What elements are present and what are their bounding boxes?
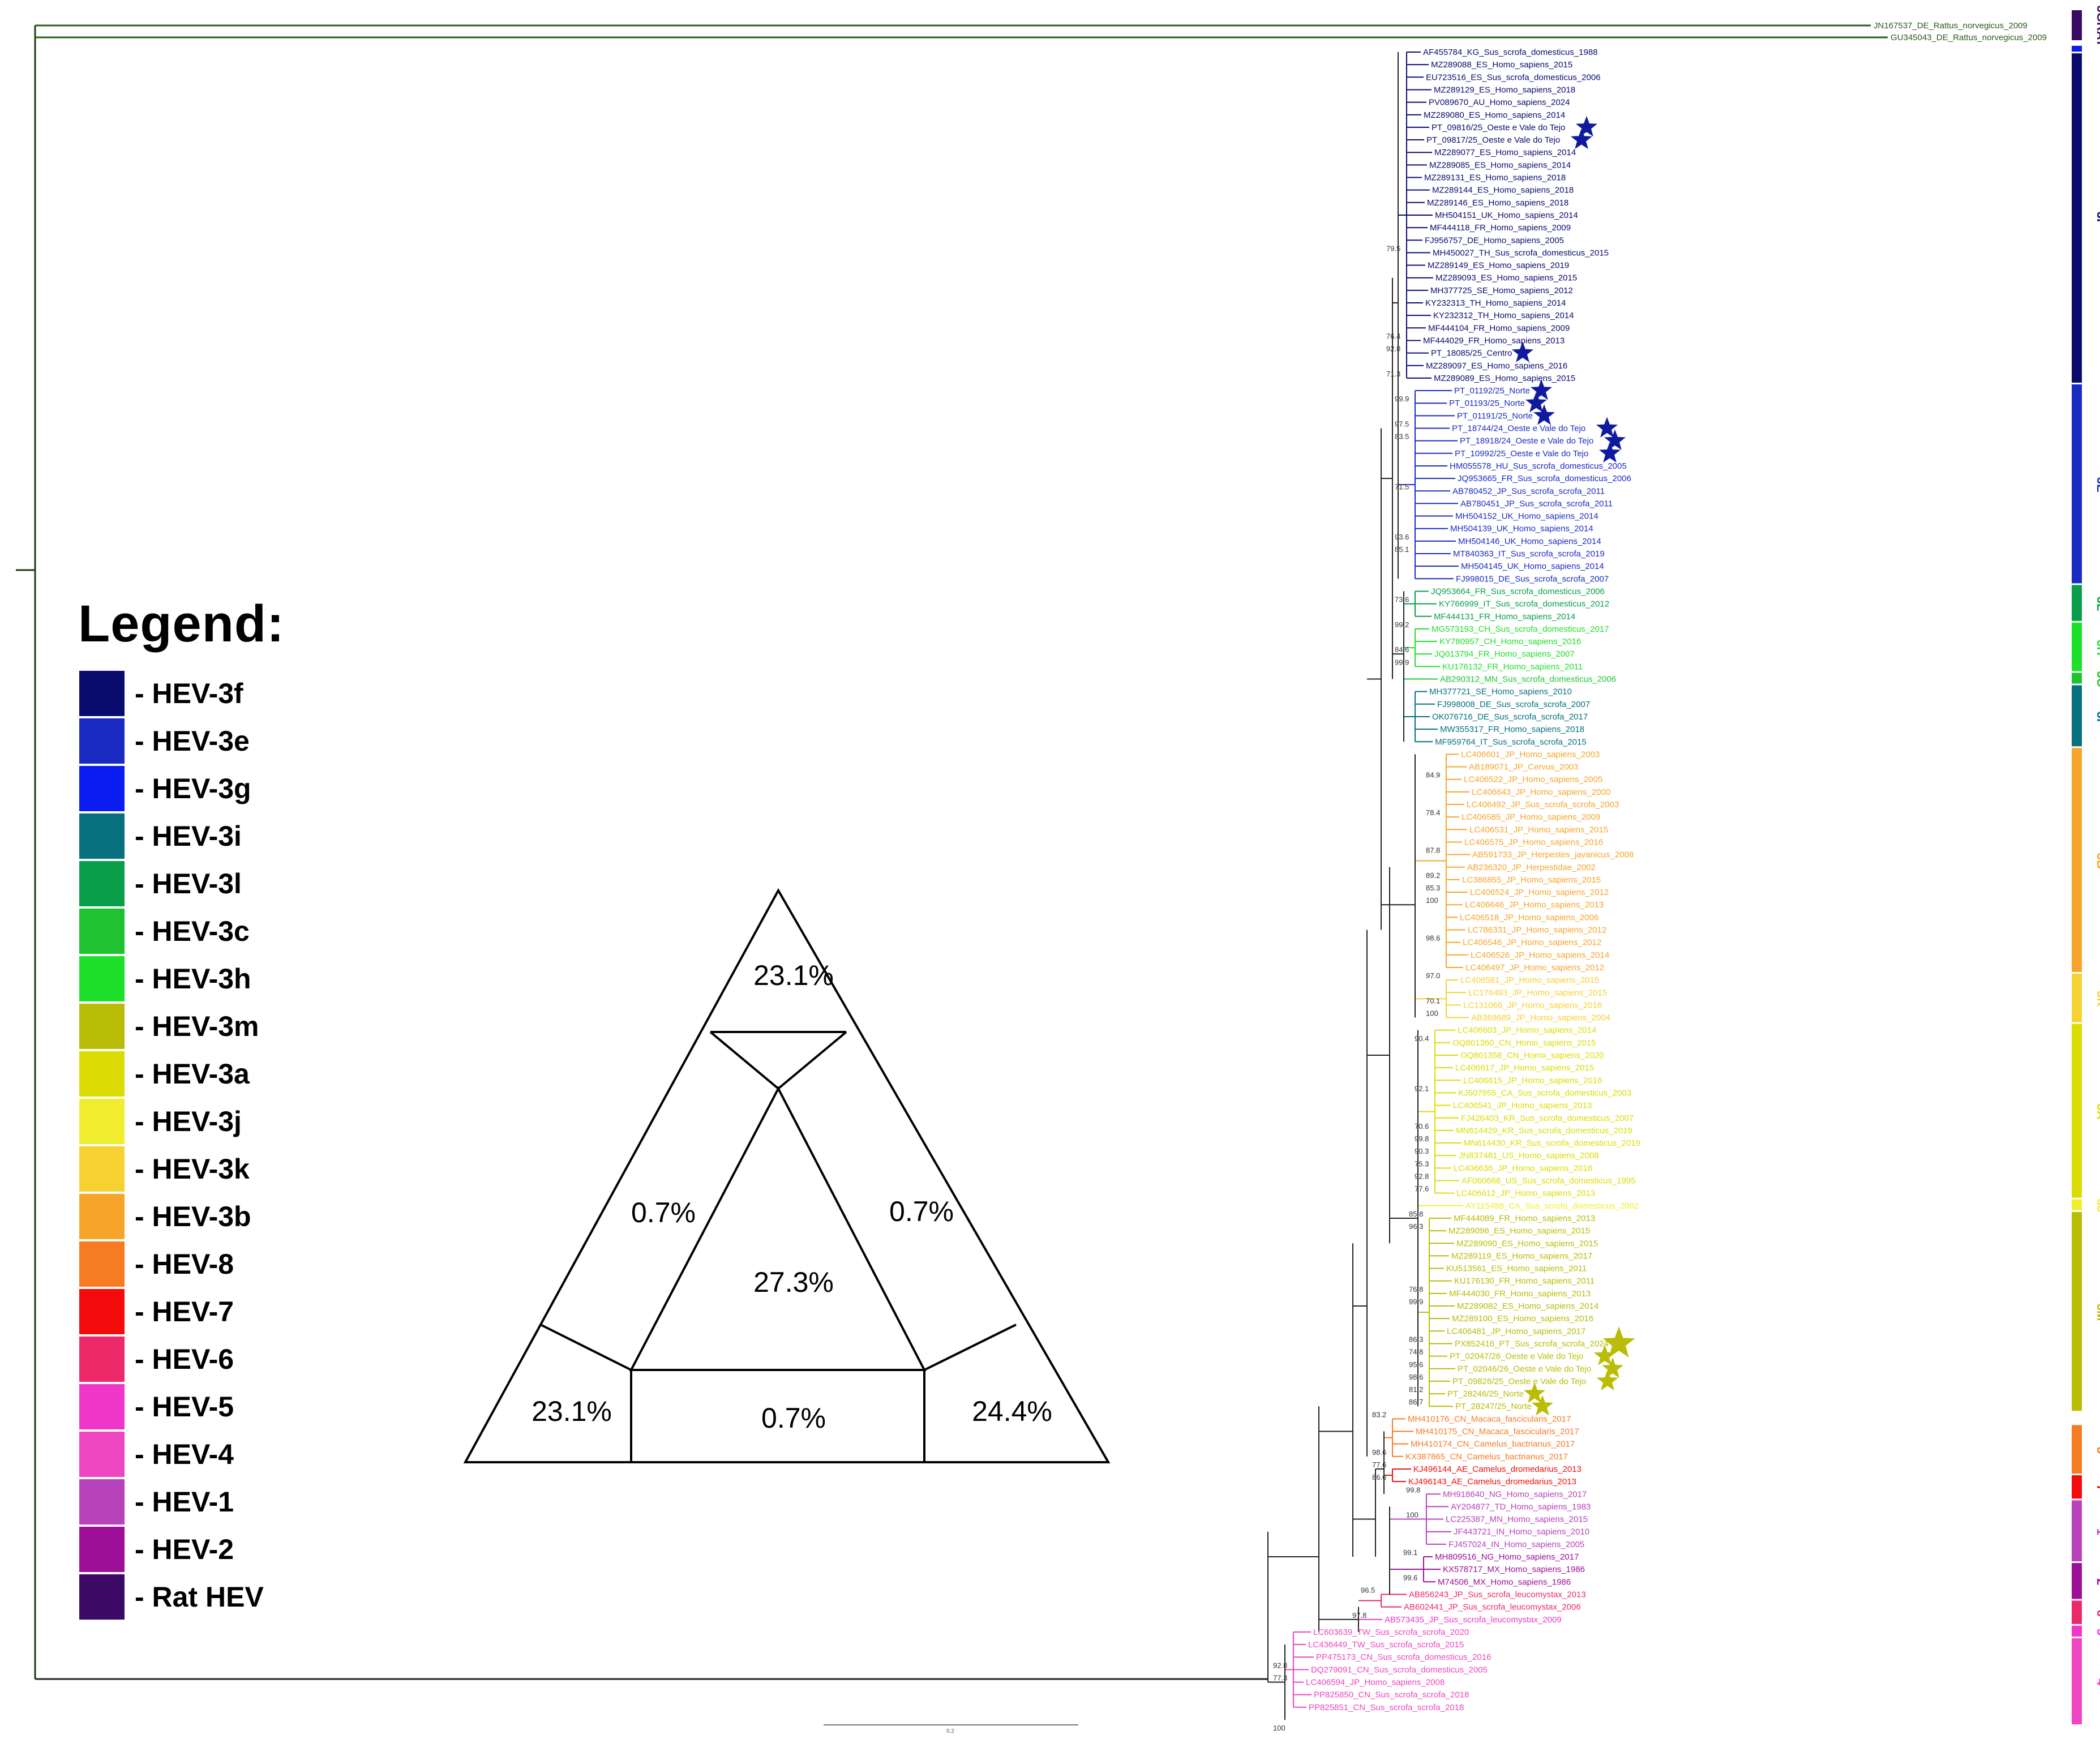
triangle-bottom-left-value: 23.1%	[532, 1395, 612, 1427]
triangle-right-value: 0.7%	[889, 1196, 954, 1227]
triangle-bottom-mid-value: 0.7%	[761, 1402, 826, 1434]
overlap-triangle	[463, 888, 1111, 1463]
phylogenetic-figure: AF455784_KG_Sus_scrofa_domesticus_1988 MZ…	[0, 0, 2100, 1743]
triangle-top-value: 23.1%	[753, 960, 834, 991]
triangle-divider	[924, 1324, 1017, 1371]
triangle-left-value: 0.7%	[631, 1197, 696, 1228]
triangle-divider	[777, 1031, 847, 1090]
triangle-divider	[709, 1031, 779, 1090]
triangle-center-value: 27.3%	[753, 1266, 834, 1298]
triangle-bottom-right-value: 24.4%	[972, 1395, 1052, 1427]
triangle-inner	[629, 1086, 927, 1371]
triangle-divider	[540, 1324, 632, 1371]
scale-bar-label: 0.2	[946, 1728, 954, 1735]
